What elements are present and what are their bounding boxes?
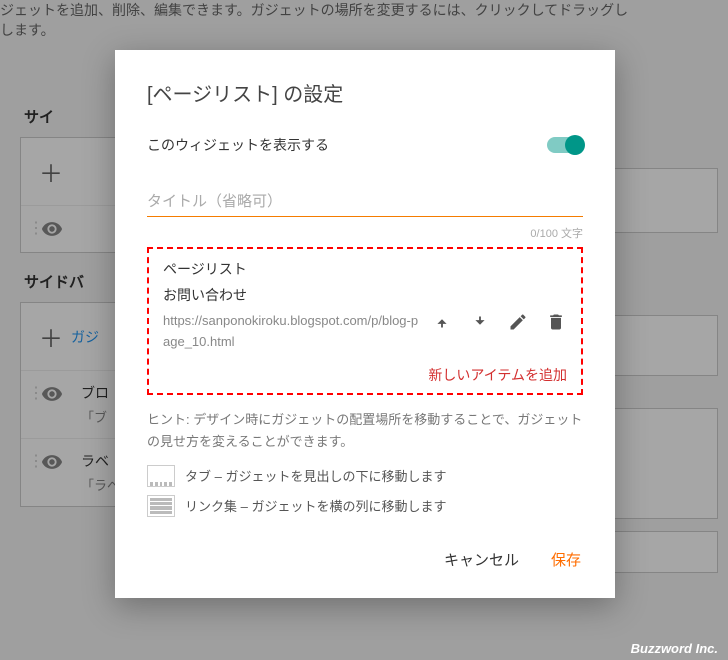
title-input[interactable] — [147, 187, 583, 217]
save-button[interactable]: 保存 — [549, 545, 583, 574]
modal-title: [ページリスト] の設定 — [147, 78, 583, 107]
cancel-button[interactable]: キャンセル — [442, 545, 521, 574]
show-widget-toggle[interactable] — [547, 137, 583, 153]
show-widget-label: このウィジェットを表示する — [147, 135, 329, 155]
edit-icon[interactable] — [507, 311, 529, 333]
delete-icon[interactable] — [545, 311, 567, 333]
hint-text: ヒント: デザイン時にガジェットの配置場所を移動することで、ガジェットの見せ方を… — [147, 409, 583, 453]
link-layout-hint: リンク集 – ガジェットを横の列に移動します — [147, 495, 583, 517]
add-new-item-link[interactable]: 新しいアイテムを追加 — [163, 365, 567, 385]
tab-layout-icon — [147, 465, 175, 487]
pagelist-heading: ページリスト — [163, 259, 567, 279]
pagelist-item-url: https://sanponokiroku.blogspot.com/p/blo… — [163, 311, 423, 353]
tab-layout-hint: タブ – ガジェットを見出しの下に移動します — [147, 465, 583, 487]
link-layout-icon — [147, 495, 175, 517]
move-up-icon[interactable] — [431, 311, 453, 333]
char-count: 0/100 文字 — [147, 225, 583, 241]
pagelist-highlight: ページリスト お問い合わせ https://sanponokiroku.blog… — [147, 247, 583, 395]
pagelist-item-name: お問い合わせ — [163, 285, 567, 305]
watermark: Buzzword Inc. — [631, 641, 718, 656]
move-down-icon[interactable] — [469, 311, 491, 333]
settings-modal: [ページリスト] の設定 このウィジェットを表示する 0/100 文字 ページリ… — [115, 50, 615, 598]
